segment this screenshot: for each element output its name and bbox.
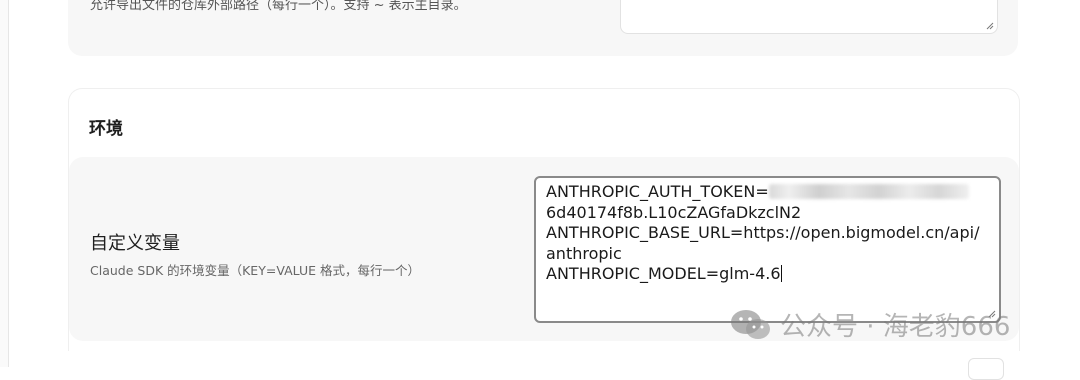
bottom-button-partial[interactable]: [968, 358, 1004, 380]
export-paths-textarea[interactable]: [620, 0, 998, 34]
env-variables-textarea[interactable]: ANTHROPIC_AUTH_TOKEN= 6d40174f8b.L10cZAG…: [534, 176, 1001, 323]
env-line: ANTHROPIC_MODEL=glm-4.6: [546, 264, 782, 283]
wechat-icon: [731, 309, 770, 339]
custom-variables-label: 自定义变量: [90, 233, 180, 254]
env-line: 6d40174f8b.L10cZAGfaDkzclN2: [546, 202, 802, 222]
env-line: ANTHROPIC_BASE_URL=https://open.bigmodel…: [546, 223, 980, 242]
resize-grip-icon[interactable]: [986, 22, 994, 30]
text-caret: [780, 265, 782, 282]
section-title: 环境: [89, 119, 123, 139]
watermark: 公众号 · 海老豹666: [730, 306, 1010, 343]
env-line: ANTHROPIC_AUTH_TOKEN=: [546, 182, 989, 203]
export-paths-description: 允许导出文件的仓库外部路径（每行一个）。支持 ~ 表示主目录。: [90, 0, 467, 13]
sidebar-edge: [0, 0, 9, 367]
export-paths-card: 允许导出文件的仓库外部路径（每行一个）。支持 ~ 表示主目录。: [68, 0, 1018, 56]
redacted-token: [768, 184, 969, 199]
env-line: anthropic: [546, 243, 622, 263]
custom-variables-hint: Claude SDK 的环境变量（KEY=VALUE 格式，每行一个）: [90, 263, 420, 278]
watermark-text: 公众号 · 海老豹666: [780, 312, 1011, 342]
